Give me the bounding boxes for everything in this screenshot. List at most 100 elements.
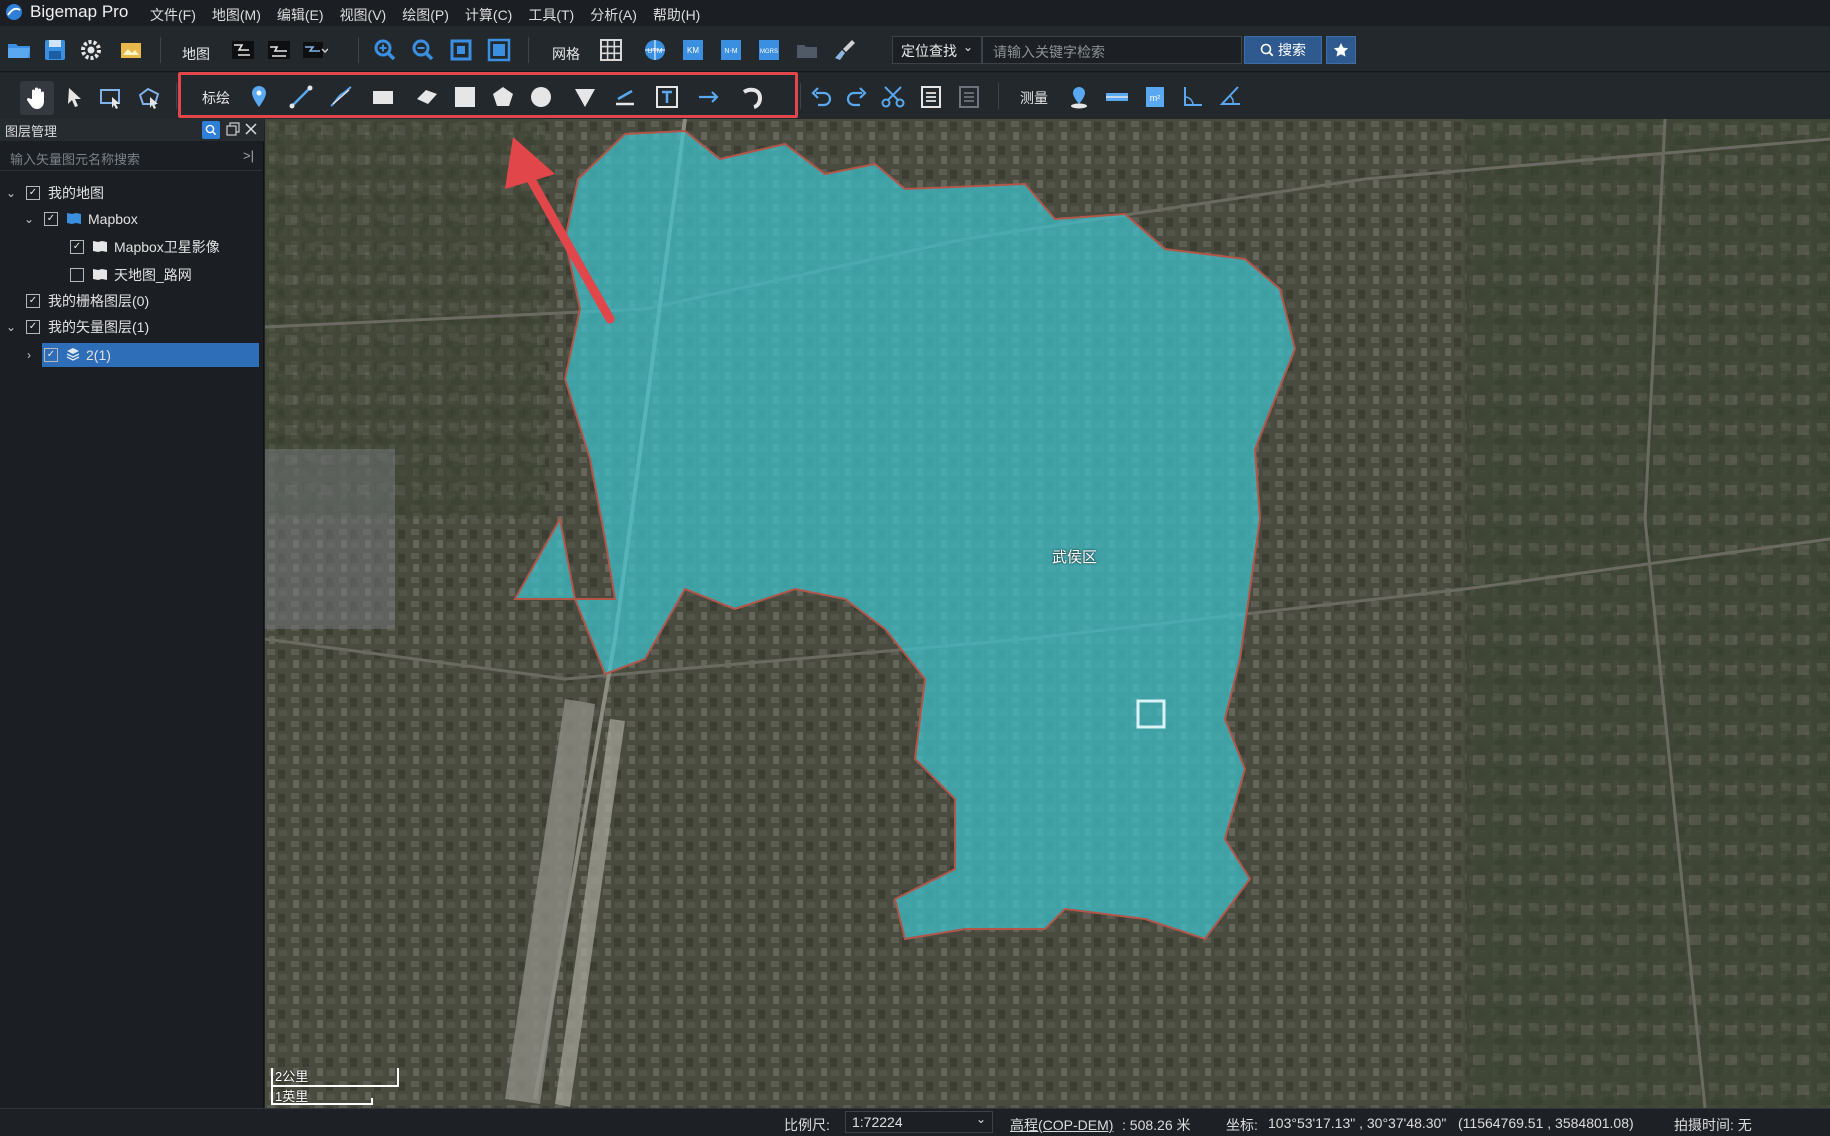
- select-polygon-icon[interactable]: [134, 83, 164, 113]
- pan-hand-icon[interactable]: [20, 81, 54, 115]
- search-input[interactable]: 请输入关键字检索: [982, 36, 1242, 64]
- chevron-down-icon[interactable]: ⌄: [4, 186, 18, 200]
- zoom-out-icon[interactable]: [408, 35, 438, 65]
- map-book-icon: [92, 239, 108, 256]
- measure-angle-icon[interactable]: [1178, 82, 1208, 112]
- image-folder-icon[interactable]: [116, 35, 146, 65]
- vector-search-placeholder: 输入矢量图元名称搜索: [10, 152, 141, 167]
- km-grid-icon[interactable]: KM: [678, 35, 708, 65]
- elevation-source-link[interactable]: 高程(COP-DEM): [1010, 1115, 1113, 1135]
- checkbox-raster-layers[interactable]: ✓: [26, 294, 40, 308]
- svg-text:m²: m²: [1150, 93, 1161, 103]
- measure-label: 测量: [1020, 90, 1048, 106]
- map-canvas[interactable]: [265, 119, 1830, 1108]
- attribute-list-icon[interactable]: [954, 82, 984, 112]
- menu-tools[interactable]: 工具(T): [520, 3, 582, 27]
- panel-search-icon[interactable]: [202, 121, 220, 139]
- zoom-in-icon[interactable]: [370, 35, 400, 65]
- chevron-down-icon[interactable]: ⌄: [22, 212, 36, 226]
- svg-text:KM: KM: [687, 46, 699, 55]
- nm-grid-icon[interactable]: N-M: [716, 35, 746, 65]
- tree-label: 我的矢量图层(1): [48, 319, 150, 335]
- menu-view[interactable]: 视图(V): [332, 3, 395, 27]
- tree-item-mapbox-satellite[interactable]: ✓ Mapbox卫星影像: [62, 234, 220, 260]
- menu-edit[interactable]: 编辑(E): [269, 3, 332, 27]
- select-pointer-icon[interactable]: [60, 83, 90, 113]
- tree-item-layer-2[interactable]: › ✓ 2(1): [22, 342, 111, 368]
- locate-select-value: 定位查找: [901, 43, 957, 59]
- menu-calculate[interactable]: 计算(C): [457, 3, 520, 27]
- attribute-table-icon[interactable]: [916, 82, 946, 112]
- layers-stack-icon: [66, 347, 80, 364]
- search-button-label: 搜索: [1278, 42, 1306, 58]
- map-source-dropdown-icon[interactable]: [300, 35, 330, 65]
- scale-label: 比例尺:: [784, 1117, 830, 1133]
- map-source-satellite-icon[interactable]: [228, 35, 258, 65]
- search-icon: [1260, 43, 1274, 57]
- menu-map[interactable]: 地图(M): [204, 3, 269, 27]
- tree-label: 天地图_路网: [114, 267, 192, 283]
- measure-point-icon[interactable]: [1064, 82, 1094, 112]
- checkbox-vector-layers[interactable]: ✓: [26, 320, 40, 334]
- collapse-arrow-icon[interactable]: >|: [243, 148, 254, 163]
- utm-grid-icon[interactable]: UTM: [640, 35, 670, 65]
- menu-draw[interactable]: 绘图(P): [394, 3, 457, 27]
- chevron-down-icon: ⌄: [975, 1112, 986, 1126]
- scale-select[interactable]: 1:72224 ⌄: [845, 1111, 993, 1133]
- checkbox-mapbox-satellite[interactable]: ✓: [70, 240, 84, 254]
- fullscreen-icon[interactable]: [484, 35, 514, 65]
- tree-label: 我的地图: [48, 185, 104, 201]
- map-satellite-imagery: [265, 119, 1830, 1108]
- capture-time: 拍摄时间: 无: [1674, 1117, 1752, 1133]
- settings-gear-icon[interactable]: [76, 35, 106, 65]
- panel-float-icon[interactable]: [226, 122, 240, 136]
- map-source-terrain-icon[interactable]: [264, 35, 294, 65]
- checkbox-tianditu-road[interactable]: [70, 268, 84, 282]
- menu-help[interactable]: 帮助(H): [645, 3, 708, 27]
- undo-icon[interactable]: [806, 82, 836, 112]
- coord-value: 103°53'17.13" , 30°37'48.30": [1268, 1115, 1447, 1131]
- measure-azimuth-icon[interactable]: [1216, 82, 1246, 112]
- tree-item-vector-layers[interactable]: ⌄ ✓ 我的矢量图层(1): [4, 314, 149, 340]
- search-button[interactable]: 搜索: [1244, 36, 1322, 64]
- panel-close-icon[interactable]: [244, 122, 258, 136]
- tree-item-tianditu-road[interactable]: 天地图_路网: [62, 262, 192, 288]
- checkbox-layer-2[interactable]: ✓: [44, 348, 58, 362]
- measure-distance-icon[interactable]: [1102, 82, 1132, 112]
- redo-icon[interactable]: [842, 82, 872, 112]
- tree-item-raster-layers[interactable]: ✓ 我的栅格图层(0): [18, 288, 149, 314]
- tree-label: Mapbox卫星影像: [114, 239, 220, 255]
- open-folder-icon[interactable]: [4, 35, 34, 65]
- app-title: Bigemap Pro: [30, 2, 129, 21]
- checkbox-my-map[interactable]: ✓: [26, 186, 40, 200]
- chevron-down-icon: ⌄: [962, 40, 973, 54]
- map-label: 地图: [182, 46, 210, 62]
- svg-text:N-M: N-M: [724, 48, 737, 55]
- select-rect-icon[interactable]: [96, 83, 126, 113]
- scale-value: 1:72224: [852, 1114, 903, 1130]
- clear-brush-icon[interactable]: [830, 35, 860, 65]
- vector-search-input[interactable]: 输入矢量图元名称搜索 >|: [0, 143, 262, 171]
- coord-label: 坐标:: [1226, 1117, 1258, 1133]
- mgrs-grid-icon[interactable]: MGRS: [754, 35, 784, 65]
- grid-icon[interactable]: [596, 35, 626, 65]
- save-icon[interactable]: [40, 35, 70, 65]
- menu-analysis[interactable]: 分析(A): [582, 3, 645, 27]
- locate-search-select[interactable]: 定位查找 ⌄: [892, 36, 982, 64]
- tree-label: 2(1): [86, 347, 111, 363]
- chevron-down-icon[interactable]: ⌄: [4, 320, 18, 334]
- map-book-icon: [92, 267, 108, 284]
- checkbox-mapbox[interactable]: ✓: [44, 212, 58, 226]
- scissors-icon[interactable]: [878, 82, 908, 112]
- chevron-right-icon[interactable]: ›: [22, 348, 36, 362]
- folder-grid-icon[interactable]: [792, 35, 822, 65]
- favorite-star-button[interactable]: [1326, 36, 1356, 64]
- tree-label: 我的栅格图层(0): [48, 293, 150, 309]
- measure-area-icon[interactable]: m²: [1140, 82, 1170, 112]
- zoom-extent-icon[interactable]: [446, 35, 476, 65]
- tree-item-mapbox[interactable]: ⌄ ✓ Mapbox: [22, 206, 138, 232]
- tree-item-my-map[interactable]: ⌄ ✓ 我的地图: [4, 180, 104, 206]
- menu-file[interactable]: 文件(F): [142, 3, 204, 27]
- scale-label-mi: 1英里: [275, 1089, 309, 1104]
- district-label: 武侯区: [1052, 549, 1098, 566]
